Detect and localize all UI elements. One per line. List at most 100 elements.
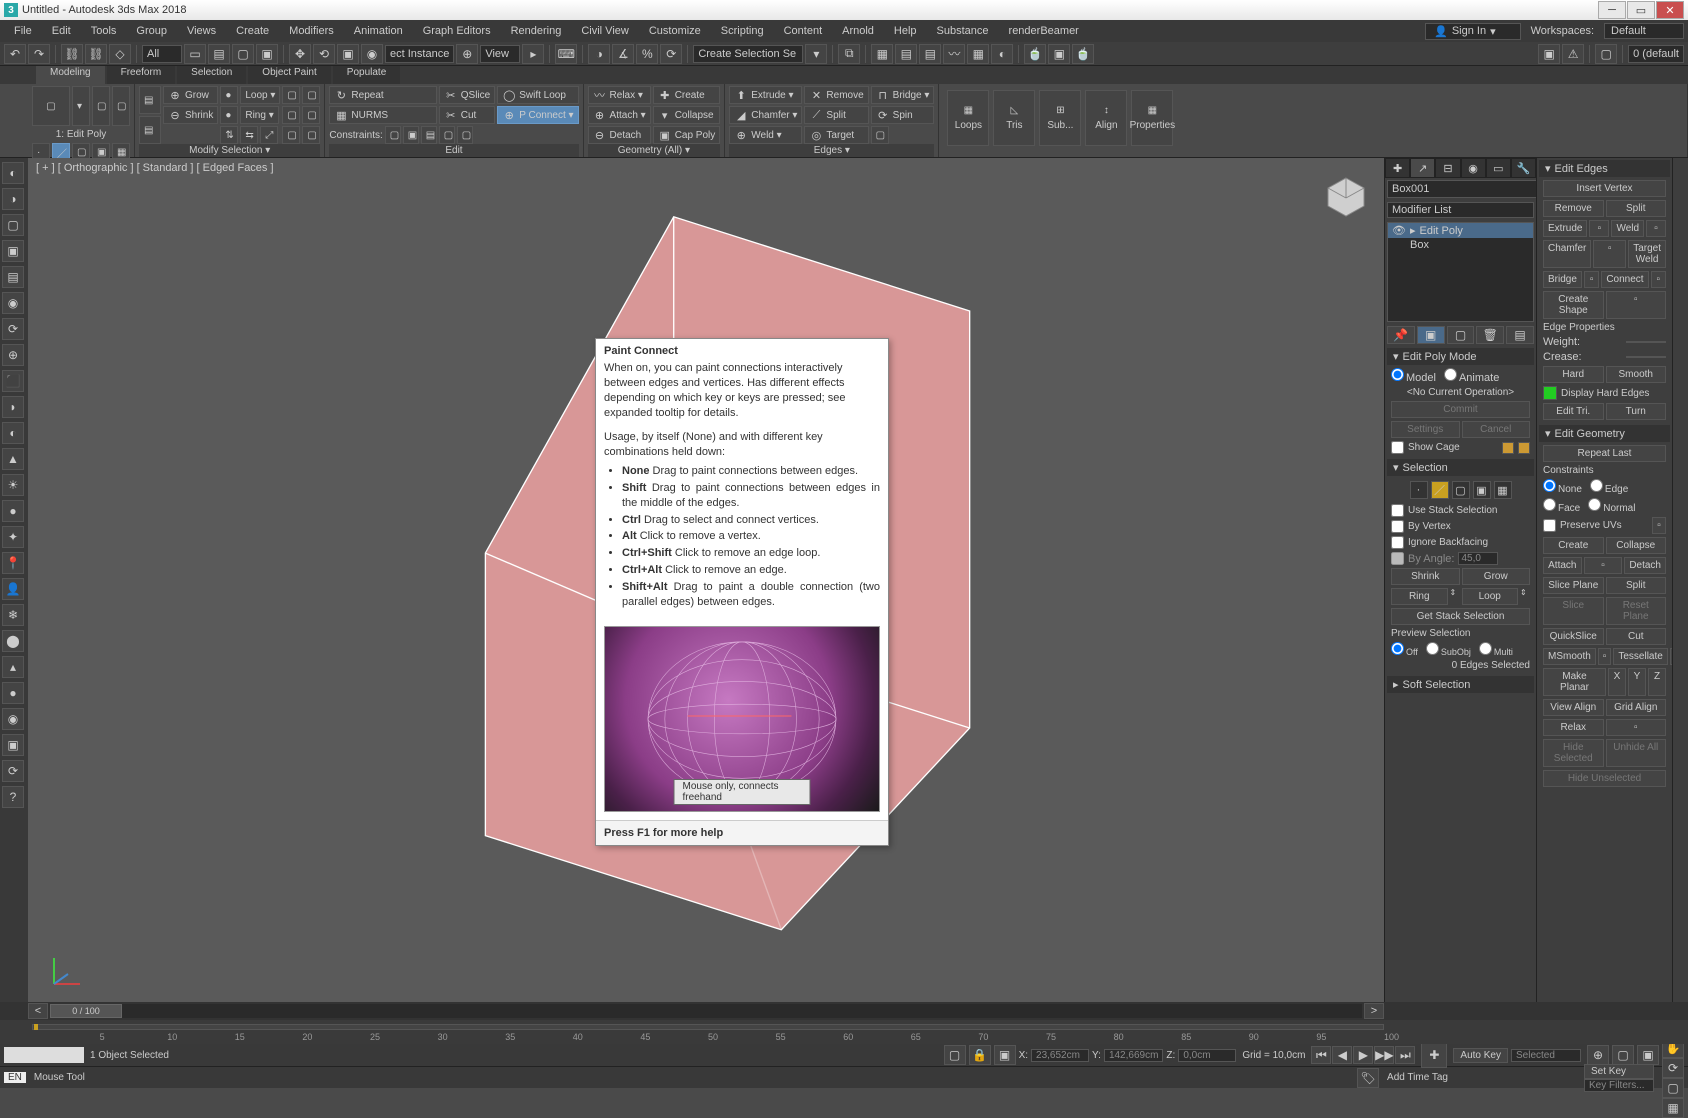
crease-spinner[interactable] bbox=[1626, 356, 1666, 358]
time-prev-button[interactable]: < bbox=[28, 1003, 48, 1019]
pivot-button[interactable]: ⊕ bbox=[456, 44, 478, 64]
split-button[interactable]: ⟋Split bbox=[804, 106, 868, 124]
ms-b[interactable]: ▢ bbox=[302, 86, 320, 104]
eg-repeat-last[interactable]: Repeat Last bbox=[1543, 445, 1666, 462]
x-button[interactable]: ▢ bbox=[1595, 44, 1617, 64]
ee-bridge-opt[interactable]: ▫ bbox=[1584, 271, 1599, 288]
named-selection-dropdown[interactable]: Create Selection Se bbox=[693, 45, 803, 63]
menu-arnold[interactable]: Arnold bbox=[832, 23, 884, 39]
snap-toggle-button[interactable]: ◑ bbox=[588, 44, 610, 64]
so-edge[interactable]: ／ bbox=[1431, 481, 1449, 499]
repeat-button[interactable]: ↻Repeat bbox=[329, 86, 436, 104]
mod-sel-b[interactable]: ▤ bbox=[139, 116, 161, 144]
stack-edit-poly[interactable]: 👁▸Edit Poly bbox=[1388, 223, 1533, 238]
remove-mod-button[interactable]: 🗑 bbox=[1476, 326, 1504, 344]
unlink-button[interactable]: ⛓ bbox=[85, 44, 107, 64]
make-unique-button[interactable]: ▢ bbox=[1447, 326, 1475, 344]
arrow-b[interactable]: ⇆ bbox=[240, 126, 258, 144]
preview-subobj[interactable]: SubObj bbox=[1426, 642, 1471, 657]
con-b[interactable]: ▣ bbox=[403, 126, 419, 144]
cage-color-1[interactable] bbox=[1502, 442, 1514, 454]
menu-modifiers[interactable]: Modifiers bbox=[279, 23, 344, 39]
menu-create[interactable]: Create bbox=[226, 23, 279, 39]
link-button[interactable]: ⛓ bbox=[61, 44, 83, 64]
select-move-button[interactable]: ✥ bbox=[289, 44, 311, 64]
loop-dd[interactable]: Loop ▾ bbox=[240, 86, 280, 104]
time-handle[interactable]: 0 / 100 bbox=[50, 1004, 122, 1018]
pin-stack-button[interactable]: 📌 bbox=[1387, 326, 1415, 344]
language-indicator[interactable]: EN bbox=[4, 1072, 26, 1083]
poly-opt1-button[interactable]: ▢ bbox=[92, 86, 110, 126]
percent-snap-button[interactable]: % bbox=[636, 44, 658, 64]
bridge-button[interactable]: ⊓Bridge ▾ bbox=[871, 86, 935, 104]
eg-make-planar[interactable]: Make Planar bbox=[1543, 668, 1606, 696]
lt-08[interactable]: ⊕ bbox=[2, 344, 24, 366]
insert-vertex-button[interactable]: Insert Vertex bbox=[1543, 180, 1666, 197]
lt-11[interactable]: ◐ bbox=[2, 422, 24, 444]
arrow-c[interactable]: ⤢ bbox=[260, 126, 278, 144]
z-coord[interactable]: 0,0cm bbox=[1178, 1049, 1236, 1062]
select-rotate-button[interactable]: ⟲ bbox=[313, 44, 335, 64]
ms-c[interactable]: ▢ bbox=[282, 106, 300, 124]
add-time-tag[interactable]: Add Time Tag bbox=[1387, 1072, 1448, 1083]
cage-color-2[interactable] bbox=[1518, 442, 1530, 454]
so-poly[interactable]: ▣ bbox=[1473, 481, 1491, 499]
time-tag-icon[interactable]: 🏷 bbox=[1357, 1068, 1379, 1088]
preserve-uvs-checkbox[interactable] bbox=[1543, 519, 1556, 532]
ee-edittri[interactable]: Edit Tri. bbox=[1543, 403, 1604, 420]
eg-y[interactable]: Y bbox=[1628, 668, 1646, 696]
eg-tessellate[interactable]: Tessellate bbox=[1613, 648, 1667, 665]
con-a[interactable]: ▢ bbox=[385, 126, 401, 144]
menu-content[interactable]: Content bbox=[774, 23, 833, 39]
con-c[interactable]: ▤ bbox=[421, 126, 437, 144]
dot-a[interactable]: ● bbox=[220, 86, 238, 104]
loops-button[interactable]: ▦Loops bbox=[947, 90, 989, 146]
lt-10[interactable]: ◗ bbox=[2, 396, 24, 418]
ring-dd[interactable]: Ring ▾ bbox=[240, 106, 278, 124]
viewcube[interactable] bbox=[1322, 172, 1370, 220]
shrink-button[interactable]: ⊖Shrink bbox=[163, 106, 218, 124]
nav-8[interactable]: ▦ bbox=[1662, 1098, 1684, 1118]
con-edge[interactable]: Edge bbox=[1590, 479, 1628, 495]
so-border[interactable]: ▢ bbox=[1452, 481, 1470, 499]
preview-multi[interactable]: Multi bbox=[1479, 642, 1513, 657]
nav-6[interactable]: ⟳ bbox=[1662, 1058, 1684, 1078]
render-prod-button[interactable]: 🍵 bbox=[1072, 44, 1094, 64]
qslice-button[interactable]: ✂QSlice bbox=[439, 86, 495, 104]
close-button[interactable]: ✕ bbox=[1656, 1, 1684, 19]
select-manipulate-button[interactable]: ▸ bbox=[522, 44, 544, 64]
lt-06[interactable]: ◉ bbox=[2, 292, 24, 314]
lt-03[interactable]: ▢ bbox=[2, 214, 24, 236]
swiftloop-button[interactable]: ◯Swift Loop bbox=[497, 86, 578, 104]
eg-attach[interactable]: Attach bbox=[1543, 557, 1582, 574]
pconnect-button[interactable]: ⊕P Connect ▾ bbox=[497, 106, 578, 124]
curve-editor-button[interactable]: 〰 bbox=[943, 44, 965, 64]
auto-key-button[interactable]: Auto Key bbox=[1453, 1048, 1508, 1063]
menu-scripting[interactable]: Scripting bbox=[711, 23, 774, 39]
menu-animation[interactable]: Animation bbox=[344, 23, 413, 39]
scrollbar[interactable] bbox=[1672, 158, 1688, 1002]
lt-12[interactable]: ▲ bbox=[2, 448, 24, 470]
object-name-input[interactable] bbox=[1387, 180, 1536, 198]
attach-button[interactable]: ⊕Attach ▾ bbox=[588, 106, 651, 124]
config-mod-button[interactable]: ▤ bbox=[1506, 326, 1534, 344]
menu-civilview[interactable]: Civil View bbox=[571, 23, 638, 39]
menu-substance[interactable]: Substance bbox=[927, 23, 999, 39]
ed-a[interactable]: ▢ bbox=[439, 126, 455, 144]
radio-model[interactable]: Model bbox=[1391, 368, 1436, 384]
ee-connect-opt[interactable]: ▫ bbox=[1651, 271, 1666, 288]
tab-selection[interactable]: Selection bbox=[177, 66, 246, 84]
show-result-button[interactable]: ▣ bbox=[1417, 326, 1445, 344]
eg-slice-plane[interactable]: Slice Plane bbox=[1543, 577, 1604, 594]
hard-color-chip[interactable] bbox=[1543, 386, 1557, 400]
select-name-button[interactable]: ▤ bbox=[208, 44, 230, 64]
byvertex-checkbox[interactable] bbox=[1391, 520, 1404, 533]
ref-coord-dropdown[interactable]: ect Instance bbox=[385, 45, 454, 63]
arrow-a[interactable]: ⇅ bbox=[220, 126, 238, 144]
ee-create-shape[interactable]: Create Shape bbox=[1543, 291, 1604, 319]
spinner-snap-button[interactable]: ⟳ bbox=[660, 44, 682, 64]
nav-2[interactable]: ▢ bbox=[1612, 1045, 1634, 1065]
ring-sel-button[interactable]: Ring bbox=[1391, 588, 1448, 605]
eg-attach-opt[interactable]: ▫ bbox=[1584, 557, 1623, 574]
key-mode-button[interactable]: ✚ bbox=[1421, 1042, 1447, 1068]
